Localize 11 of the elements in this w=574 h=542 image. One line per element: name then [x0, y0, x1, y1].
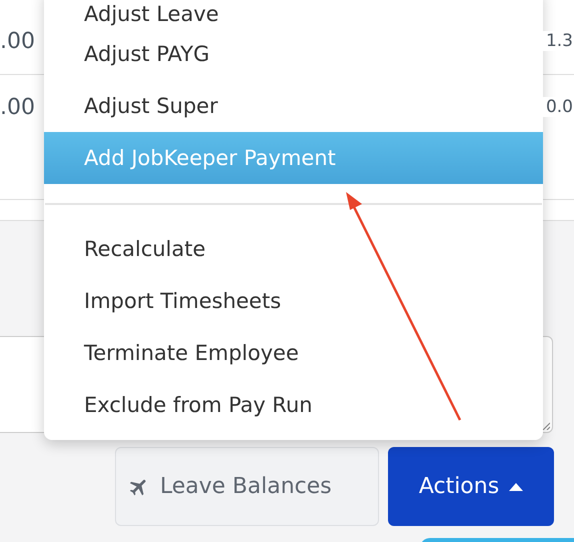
table-cell-text: .00 — [0, 28, 36, 54]
menu-item[interactable]: Exclude from Pay Run — [44, 379, 543, 431]
table-cell-text: .00 — [0, 94, 36, 120]
menu-item[interactable]: Terminate Employee — [44, 327, 543, 379]
menu-item[interactable]: Import Timesheets — [44, 275, 543, 327]
resize-grip-icon — [542, 422, 550, 430]
actions-button[interactable]: Actions — [388, 447, 554, 526]
menu-item[interactable]: Recalculate — [44, 223, 543, 275]
caret-up-icon — [509, 482, 524, 490]
leave-balances-button[interactable]: Leave Balances — [115, 447, 379, 526]
menu-item[interactable]: Adjust Leave — [44, 0, 543, 28]
